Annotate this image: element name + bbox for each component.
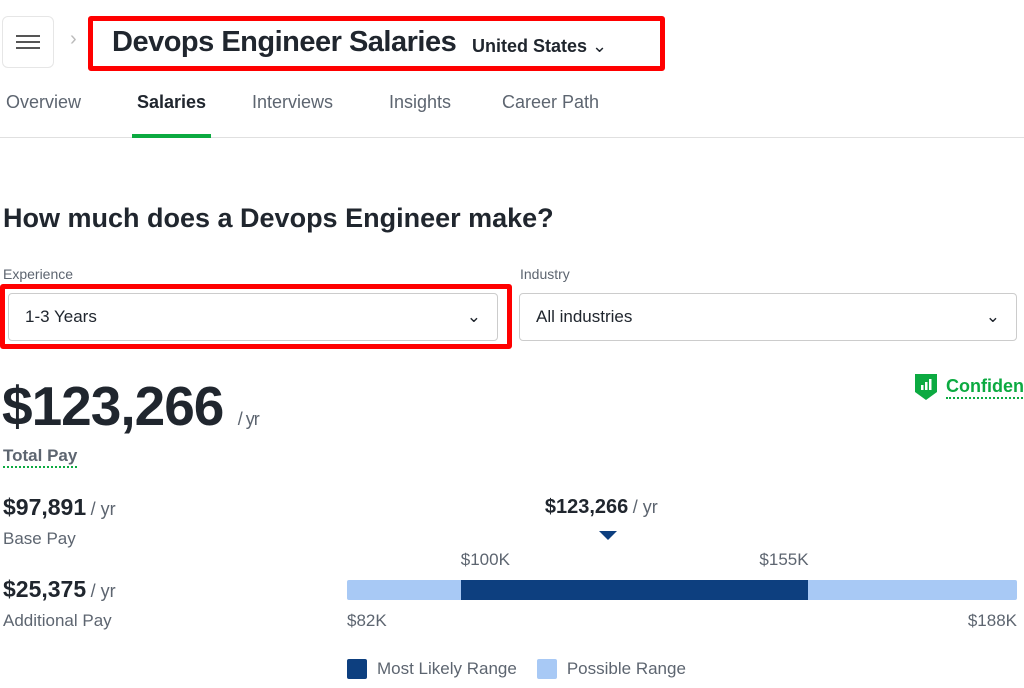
tab-overview[interactable]: Overview <box>6 92 81 138</box>
total-pay-label[interactable]: Total Pay <box>3 446 78 468</box>
chevron-down-icon: ⌄ <box>985 307 1000 326</box>
total-pay-amount: $123,266 / yr <box>2 375 260 437</box>
industry-select[interactable]: All industries ⌄ <box>519 293 1017 341</box>
median-marker-icon <box>598 531 617 540</box>
base-pay-amount: $97,891 / yr <box>3 494 116 520</box>
legend-likely: Most Likely Range <box>377 659 517 678</box>
tab-career-path[interactable]: Career Path <box>502 92 599 138</box>
confidence-shield-icon <box>915 374 937 400</box>
section-heading: How much does a Devops Engineer make? <box>3 203 554 233</box>
industry-value: All industries <box>536 307 633 326</box>
confidence-badge[interactable]: Confident <box>914 373 1024 401</box>
confidence-label: Confident <box>946 376 1024 399</box>
base-pay-label: Base Pay <box>3 529 76 548</box>
tab-salaries[interactable]: Salaries <box>132 92 212 138</box>
country-selector[interactable]: United States ⌄ <box>472 36 607 57</box>
likely-low-label: $100K <box>460 550 510 569</box>
range-min-label: $82K <box>347 611 387 630</box>
legend-possible: Possible Range <box>566 659 686 678</box>
chevron-right-icon: › <box>70 28 77 50</box>
hamburger-icon <box>16 31 40 53</box>
median-label: $123,266 / yr <box>544 496 658 518</box>
menu-button[interactable] <box>2 16 54 68</box>
possible-swatch <box>536 659 557 679</box>
likely-swatch <box>347 659 367 679</box>
additional-pay-amount: $25,375 / yr <box>3 576 116 602</box>
tab-interviews[interactable]: Interviews <box>252 92 333 138</box>
page-title: Devops Engineer Salaries <box>112 26 457 58</box>
likely-high-label: $155K <box>759 550 809 569</box>
likely-range-bar <box>460 580 809 600</box>
tab-insights[interactable]: Insights <box>389 92 451 138</box>
range-legend: Most Likely Range Possible Range <box>347 659 686 679</box>
chevron-down-icon: ⌄ <box>592 36 608 56</box>
country-label: United States <box>472 36 588 56</box>
highlight-box <box>0 284 512 349</box>
experience-label: Experience <box>3 266 74 282</box>
range-max-label: $188K <box>967 611 1017 630</box>
industry-label: Industry <box>520 266 570 282</box>
additional-pay-label: Additional Pay <box>3 611 112 630</box>
tab-bar: Overview Salaries Interviews Insights Ca… <box>0 92 1024 138</box>
